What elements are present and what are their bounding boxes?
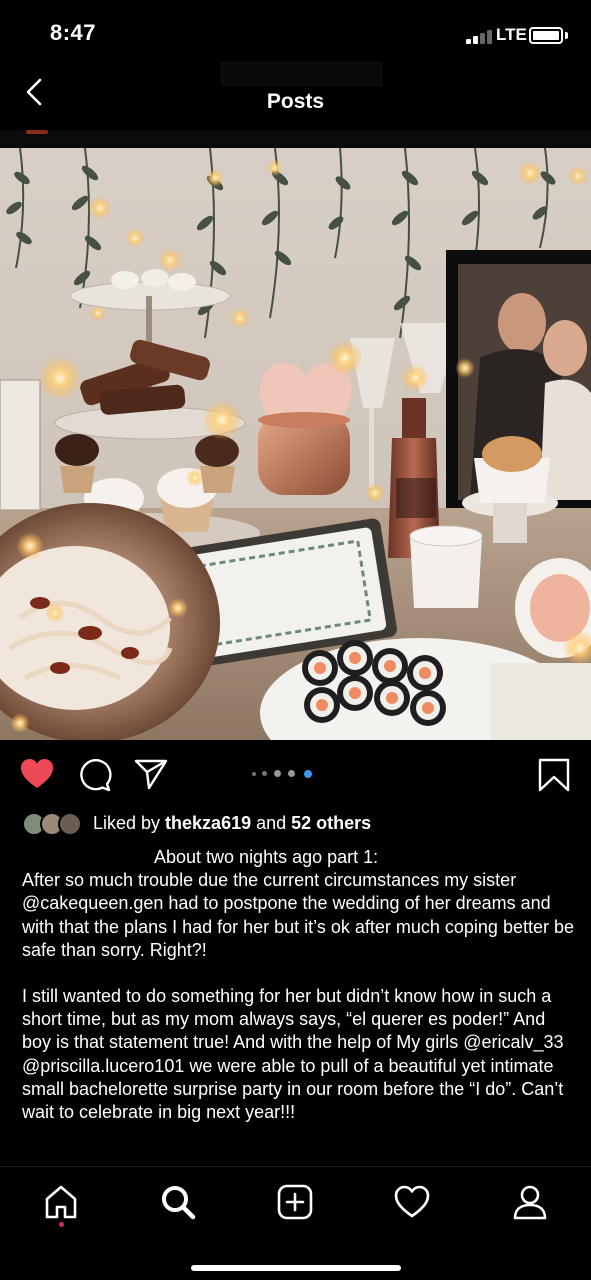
network-type: LTE: [496, 25, 527, 44]
caption-paragraph-2: I still wanted to do something for her b…: [22, 986, 564, 1123]
battery-icon: [529, 27, 563, 44]
caption-paragraph-1: After so much trouble due the current ci…: [22, 870, 574, 960]
search-icon: [162, 1186, 196, 1220]
likes-row[interactable]: Liked by thekza619 and 52 others: [0, 808, 591, 840]
status-time: 8:47: [50, 20, 97, 45]
tab-create[interactable]: [276, 1183, 314, 1221]
page-title: Posts: [266, 90, 325, 113]
home-indicator[interactable]: [191, 1265, 401, 1271]
bookmark-icon: [538, 758, 570, 792]
post-image[interactable]: [0, 148, 591, 740]
like-button[interactable]: [20, 758, 54, 795]
tab-profile[interactable]: [511, 1183, 549, 1221]
bottom-tab-bar: [0, 1166, 591, 1280]
comment-icon: [80, 759, 112, 792]
share-button[interactable]: [134, 758, 168, 795]
likes-middle: and: [251, 813, 292, 833]
previous-post-edge: [0, 130, 591, 148]
comment-button[interactable]: [78, 758, 112, 797]
save-button[interactable]: [538, 758, 570, 797]
plus-square-icon: [277, 1184, 313, 1220]
paper-plane-icon: [134, 759, 168, 790]
redacted-username: [221, 62, 382, 86]
likes-prefix: Liked by: [93, 813, 166, 833]
likes-others-count[interactable]: 52 others: [291, 813, 371, 833]
tab-activity[interactable]: [393, 1183, 431, 1221]
post-actions: [0, 740, 591, 808]
tab-search[interactable]: [159, 1183, 197, 1221]
battery-cap: [565, 32, 568, 39]
home-icon: [45, 1185, 77, 1219]
person-icon: [513, 1185, 547, 1220]
post-caption: About two nights ago part 1: After so mu…: [22, 846, 577, 1147]
liker-username[interactable]: thekza619: [165, 813, 251, 833]
heart-filled-icon: [21, 759, 53, 788]
notification-dot: [59, 1222, 64, 1227]
status-bar: 8:47 LTE: [0, 0, 591, 60]
signal-strength-icon: [466, 28, 494, 44]
liker-avatars: [22, 812, 86, 836]
nav-bar: Posts: [0, 60, 591, 130]
tab-home[interactable]: [42, 1183, 80, 1221]
party-table-photo: [0, 148, 591, 740]
carousel-indicator: [252, 770, 318, 778]
heart-outline-icon: [394, 1185, 430, 1218]
avatar: [58, 812, 82, 836]
likes-summary: Liked by thekza619 and 52 others: [93, 813, 371, 834]
caption-first-line: About two nights ago part 1:: [154, 847, 379, 867]
